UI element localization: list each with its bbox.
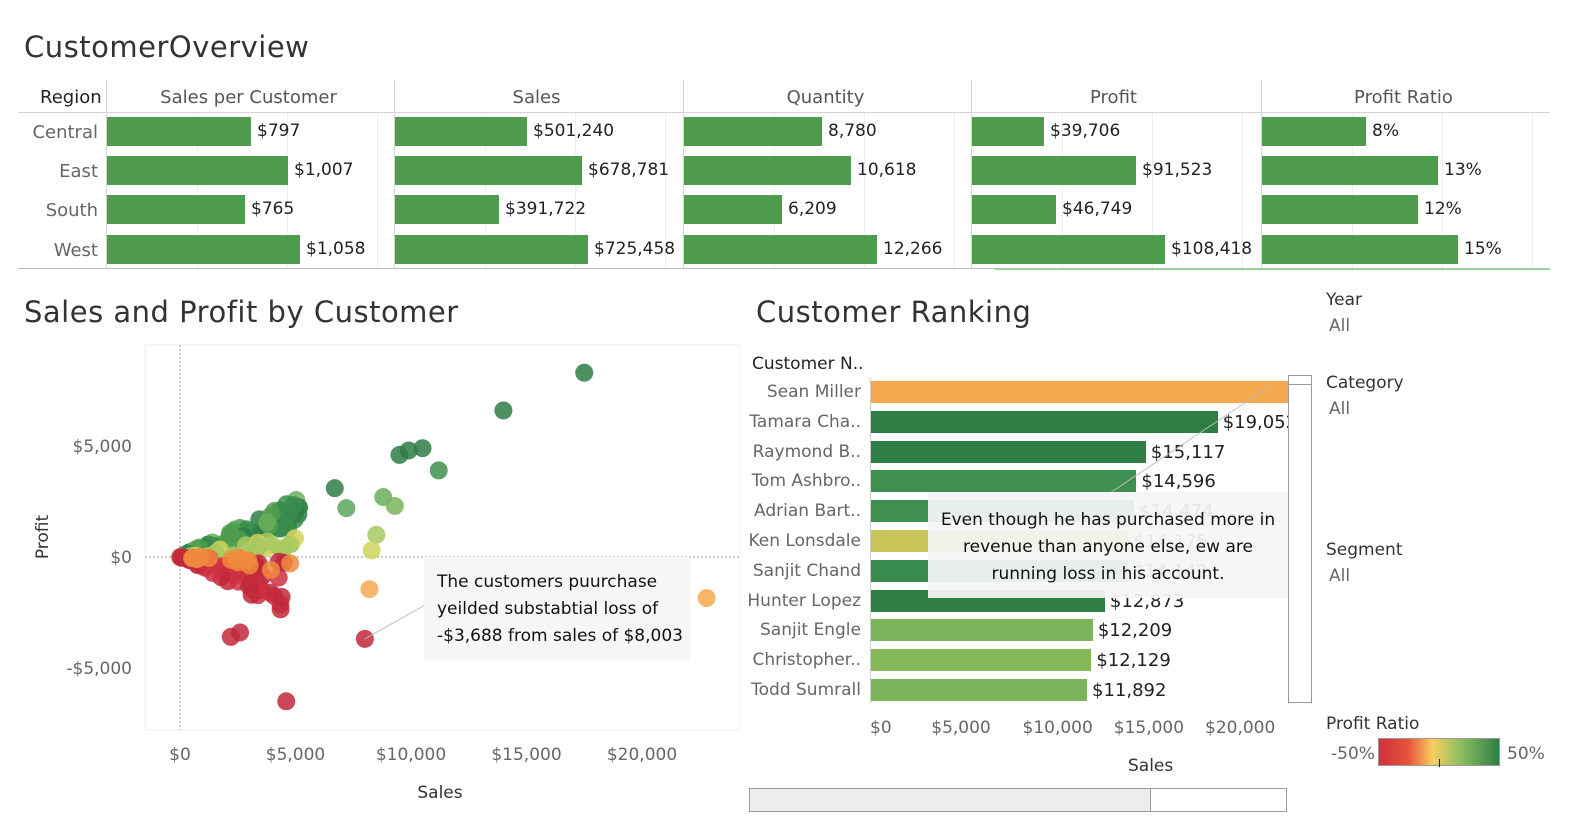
profit-ratio-min: -50% (1331, 744, 1375, 764)
segment-filter-value[interactable]: All (1329, 566, 1350, 586)
annotation-line: running loss in his account. (991, 564, 1225, 584)
category-filter-title: Category (1326, 373, 1404, 393)
profit-ratio-legend-title: Profit Ratio (1326, 714, 1420, 734)
ranking-chart: Sean MillerTamara Cha..$19,052Raymond B.… (0, 0, 1320, 839)
ranking-annotation: Even though he has purchased more in rev… (928, 492, 1288, 598)
scrollbar-thumb[interactable] (750, 789, 1151, 811)
category-filter-value[interactable]: All (1329, 399, 1350, 419)
year-filter-title: Year (1326, 290, 1362, 310)
annotation-line: Even though he has purchased more in (940, 510, 1276, 530)
scrollbar-thumb[interactable] (1289, 376, 1311, 385)
annotation-line: revenue than anyone else, ew are (963, 537, 1253, 557)
overview-bar-value: 8% (1372, 121, 1399, 141)
gridline (1532, 113, 1533, 268)
year-filter-value[interactable]: All (1329, 316, 1350, 336)
profit-ratio-gradient (1378, 738, 1500, 767)
overview-bar-value: 13% (1444, 160, 1482, 180)
leader-line (1109, 385, 1271, 494)
overview-bar-value: 15% (1464, 239, 1502, 259)
ranking-vertical-scrollbar[interactable] (1288, 375, 1312, 703)
ranking-annotation-leader (1109, 385, 1271, 494)
profit-ratio-max: 50% (1507, 744, 1545, 764)
profit-ratio-marker (1439, 759, 1440, 767)
ranking-horizontal-scrollbar[interactable] (749, 788, 1287, 812)
overview-bar-value: 12% (1424, 199, 1462, 219)
segment-filter-title: Segment (1326, 540, 1403, 560)
